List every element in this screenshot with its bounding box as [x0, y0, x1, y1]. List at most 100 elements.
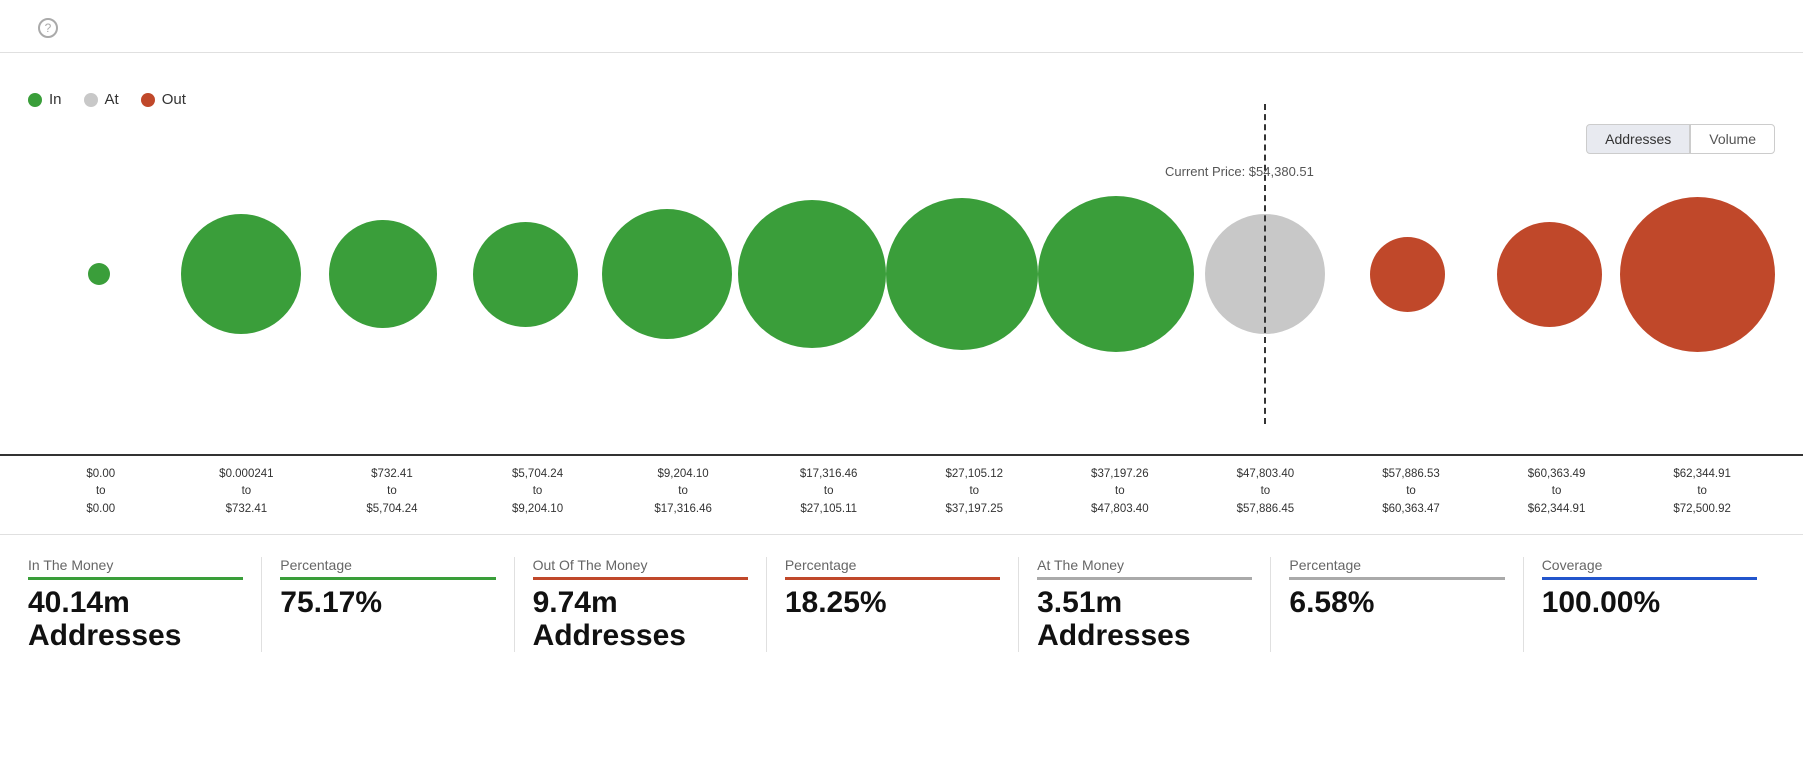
stat-divider-3 — [1018, 557, 1019, 652]
stat-divider-2 — [766, 557, 767, 652]
stat-label-2: Out Of The Money — [533, 557, 748, 573]
label-line1: $732.41 — [371, 468, 413, 480]
label-line3: $9,204.10 — [512, 503, 563, 515]
stat-underline-6 — [1542, 577, 1757, 580]
label-to: to — [824, 485, 834, 497]
label-line1: $62,344.91 — [1673, 468, 1731, 480]
legend-label: In — [49, 91, 62, 108]
stat-label-5: Percentage — [1289, 557, 1504, 573]
stat-label-1: Percentage — [280, 557, 495, 573]
label-to: to — [1115, 485, 1125, 497]
label-col-2: $732.41 to $5,704.24 — [319, 466, 465, 518]
label-line1: $57,886.53 — [1382, 468, 1440, 480]
legend-label: At — [105, 91, 119, 108]
stat-block-5: Percentage 6.58% — [1289, 557, 1522, 652]
bubble-col-1 — [170, 164, 312, 384]
label-line1: $5,704.24 — [512, 468, 563, 480]
stat-block-3: Percentage 18.25% — [785, 557, 1018, 652]
label-line3: $57,886.45 — [1237, 503, 1295, 515]
legend-item: In — [28, 91, 62, 108]
bubble-col-5 — [738, 164, 886, 384]
bubble-1 — [181, 214, 301, 334]
label-to: to — [96, 485, 106, 497]
bubble-col-7 — [1038, 164, 1194, 384]
bubble-3 — [473, 222, 578, 327]
stat-divider-4 — [1270, 557, 1271, 652]
label-to: to — [678, 485, 688, 497]
stat-block-2: Out Of The Money 9.74m Addresses — [533, 557, 766, 652]
label-line3: $17,316.46 — [654, 503, 712, 515]
bubble-col-4 — [596, 164, 738, 384]
stat-value-4: 3.51m Addresses — [1037, 586, 1252, 652]
legend-dot — [141, 93, 155, 107]
bubble-col-0 — [28, 164, 170, 384]
bubble-col-9 — [1336, 164, 1478, 384]
stat-value-6: 100.00% — [1542, 586, 1757, 619]
label-to: to — [387, 485, 397, 497]
label-col-1: $0.000241to$732.41 — [174, 466, 320, 518]
label-to: to — [1406, 485, 1416, 497]
label-col-8: $47,803.40to$57,886.45 — [1193, 466, 1339, 518]
stat-block-4: At The Money 3.51m Addresses — [1037, 557, 1270, 652]
legend: In At Out — [0, 77, 1803, 116]
help-icon[interactable]: ? — [38, 18, 58, 38]
bubble-col-3 — [454, 164, 596, 384]
label-line1: $17,316.46 — [800, 468, 858, 480]
bubble-6 — [886, 198, 1038, 350]
stat-value-2: 9.74m Addresses — [533, 586, 748, 652]
stat-block-6: Coverage 100.00% — [1542, 557, 1775, 652]
label-col-3: $5,704.24 to $9,204.10 — [465, 466, 611, 518]
label-to: to — [1261, 485, 1271, 497]
bubble-4 — [602, 209, 732, 339]
label-line1: $37,197.26 — [1091, 468, 1149, 480]
bubble-11 — [1620, 197, 1775, 352]
bubble-col-2 — [312, 164, 454, 384]
legend-label: Out — [162, 91, 186, 108]
stat-value-5: 6.58% — [1289, 586, 1504, 619]
stat-divider-5 — [1523, 557, 1524, 652]
stat-value-3: 18.25% — [785, 586, 1000, 619]
stat-label-4: At The Money — [1037, 557, 1252, 573]
label-col-4: $9,204.10 to $17,316.46 — [610, 466, 756, 518]
label-line3: $72,500.92 — [1673, 503, 1731, 515]
label-to: to — [1697, 485, 1707, 497]
label-col-7: $37,197.26to$47,803.40 — [1047, 466, 1193, 518]
bubble-5 — [738, 200, 886, 348]
header: ? — [0, 0, 1803, 53]
label-line1: $9,204.10 — [658, 468, 709, 480]
stat-underline-1 — [280, 577, 495, 580]
label-to: to — [242, 485, 252, 497]
bubble-2 — [329, 220, 437, 328]
label-col-9: $57,886.53 to $60,363.47 — [1338, 466, 1484, 518]
label-line3: $0.00 — [86, 503, 115, 515]
label-to: to — [969, 485, 979, 497]
view-button-volume[interactable]: Volume — [1690, 124, 1775, 154]
bubble-7 — [1038, 196, 1194, 352]
label-line3: $60,363.47 — [1382, 503, 1440, 515]
price-line — [1264, 104, 1266, 424]
stat-label-3: Percentage — [785, 557, 1000, 573]
stat-underline-5 — [1289, 577, 1504, 580]
stat-underline-0 — [28, 577, 243, 580]
legend-dot — [84, 93, 98, 107]
stat-label-6: Coverage — [1542, 557, 1757, 573]
bubble-0 — [88, 263, 110, 285]
labels-row: $0.00to$0.00$0.000241to$732.41$732.41to$… — [0, 454, 1803, 518]
label-line3: $5,704.24 — [366, 503, 417, 515]
label-col-11: $62,344.91 to $72,500.92 — [1629, 466, 1775, 518]
label-to: to — [533, 485, 543, 497]
bubble-col-11 — [1620, 164, 1775, 384]
stats-bar: In The Money 40.14m Addresses Percentage… — [0, 534, 1803, 652]
stat-underline-2 — [533, 577, 748, 580]
view-button-addresses[interactable]: Addresses — [1586, 124, 1690, 154]
label-line3: $62,344.91 — [1528, 503, 1586, 515]
legend-item: Out — [141, 91, 186, 108]
bubbles-row: intotheblock — [28, 164, 1775, 384]
legend-item: At — [84, 91, 119, 108]
subtitle — [0, 53, 1803, 77]
label-line1: $60,363.49 — [1528, 468, 1586, 480]
label-line3: $37,197.25 — [945, 503, 1003, 515]
stat-divider-1 — [514, 557, 515, 652]
stat-value-0: 40.14m Addresses — [28, 586, 243, 652]
stat-underline-3 — [785, 577, 1000, 580]
